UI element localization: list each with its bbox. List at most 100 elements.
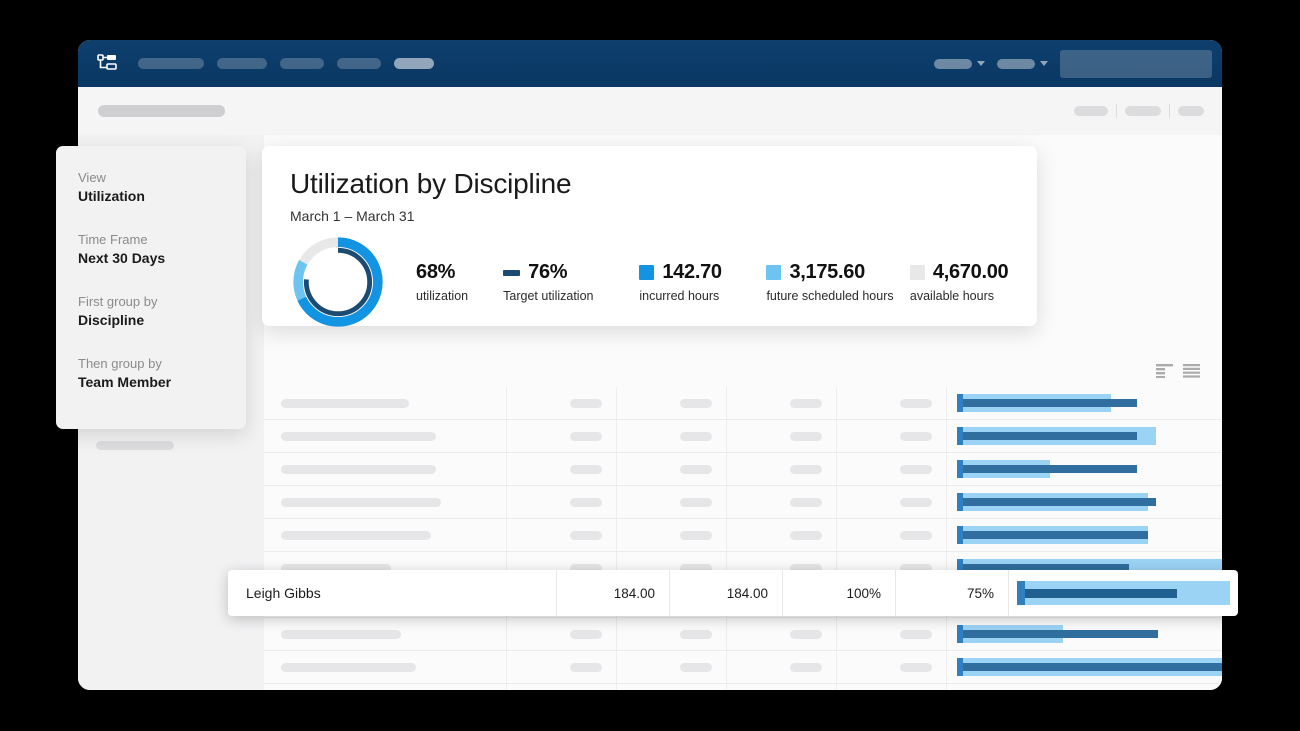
value-placeholder [790, 432, 822, 441]
filter-panel: View Utilization Time Frame Next 30 Days… [56, 146, 246, 429]
table-cell-value [616, 453, 726, 485]
row-scheduled-hours: 184.00 [669, 570, 782, 616]
stat-available-hours: 4,670.00 available hours [910, 261, 1037, 303]
dropdown-1[interactable] [934, 59, 985, 69]
table-cell-value [836, 453, 946, 485]
value-placeholder [790, 465, 822, 474]
value-placeholder [680, 432, 712, 441]
row-utilization-bar [1008, 570, 1238, 616]
toolbar-action-2[interactable] [1125, 106, 1161, 116]
dropdown-2-label [997, 59, 1035, 69]
table-cell-value [836, 519, 946, 551]
stat-utilization-label: utilization [416, 289, 503, 303]
row-member-name: Leigh Gibbs [228, 585, 556, 601]
stat-target-utilization: 76% Target utilization [503, 261, 639, 303]
value-placeholder [570, 432, 602, 441]
toolbar-action-3[interactable] [1178, 106, 1204, 116]
future-scheduled-swatch-icon [766, 265, 781, 280]
filter-value-then-group-by: Team Member [78, 374, 224, 390]
bar-start-marker [957, 658, 963, 676]
filter-label-first-group-by: First group by [78, 294, 224, 309]
table-cell-value [616, 651, 726, 683]
filter-group-then-group-by[interactable]: Then group by Team Member [78, 356, 224, 390]
table-cell-name [264, 465, 506, 474]
bar-start-marker [957, 526, 963, 544]
stat-available-value: 4,670.00 [933, 261, 1008, 284]
table-cell-value [836, 651, 946, 683]
table-cell-bar [946, 453, 1222, 485]
table-row[interactable] [264, 651, 1222, 684]
table-row[interactable] [264, 486, 1222, 519]
bar-start-marker [957, 625, 963, 643]
bar-value [963, 531, 1148, 539]
dropdown-2[interactable] [997, 59, 1048, 69]
layout-icon[interactable] [1156, 364, 1173, 378]
table-cell-bar [946, 618, 1222, 650]
table-row[interactable] [264, 420, 1222, 453]
available-swatch-icon [910, 265, 925, 280]
table-cell-value [726, 486, 836, 518]
table-cell-value [506, 420, 616, 452]
nav-item-2[interactable] [217, 58, 267, 69]
table-cell-value [506, 651, 616, 683]
sidebar-item-9[interactable] [96, 441, 174, 450]
org-chart-icon[interactable] [96, 53, 118, 75]
incurred-swatch-icon [639, 265, 654, 280]
table-cell-value [506, 519, 616, 551]
nav-item-3[interactable] [280, 58, 324, 69]
table-cell-value [836, 420, 946, 452]
text-placeholder [281, 399, 409, 408]
top-navigation-bar [78, 40, 1222, 87]
table-cell-name [264, 663, 506, 672]
toolbar-action-1[interactable] [1074, 106, 1108, 116]
filter-label-view: View [78, 170, 224, 185]
bar-value [963, 630, 1158, 638]
table-cell-value [726, 519, 836, 551]
value-placeholder [790, 630, 822, 639]
rows-icon[interactable] [1183, 364, 1200, 378]
table-cell-value [836, 684, 946, 690]
table-cell-value [726, 684, 836, 690]
search-input[interactable] [1060, 50, 1212, 78]
nav-item-4[interactable] [337, 58, 381, 69]
filter-group-time-frame[interactable]: Time Frame Next 30 Days [78, 232, 224, 266]
nav-item-1[interactable] [138, 58, 204, 69]
table-cell-value [616, 420, 726, 452]
table-row[interactable] [264, 618, 1222, 651]
filter-group-first-group-by[interactable]: First group by Discipline [78, 294, 224, 328]
highlighted-table-row[interactable]: Leigh Gibbs 184.00 184.00 100% 75% [228, 570, 1238, 616]
chevron-down-icon [1040, 61, 1048, 66]
bar-start-marker [957, 460, 963, 478]
table-row[interactable] [264, 684, 1222, 690]
bar-start-marker [957, 493, 963, 511]
filter-value-first-group-by: Discipline [78, 312, 224, 328]
table-row[interactable] [264, 453, 1222, 486]
table-cell-value [616, 486, 726, 518]
bar-start-marker [957, 394, 963, 412]
table-row[interactable] [264, 387, 1222, 420]
stat-utilization: 68% utilization [416, 261, 503, 303]
stat-target-value: 76% [528, 261, 567, 284]
value-placeholder [570, 663, 602, 672]
table-cell-bar [946, 420, 1222, 452]
table-cell-name [264, 498, 506, 507]
table-cell-bar [946, 651, 1222, 683]
row-target-pct: 75% [895, 570, 1008, 616]
value-placeholder [790, 663, 822, 672]
table-cell-value [726, 420, 836, 452]
table-cell-value [506, 684, 616, 690]
table-cell-value [616, 387, 726, 419]
summary-date-range: March 1 – March 31 [290, 208, 1037, 224]
page-toolbar [78, 87, 1222, 135]
table-cell-name [264, 630, 506, 639]
filter-group-view[interactable]: View Utilization [78, 170, 224, 204]
bar-value [963, 498, 1156, 506]
table-row[interactable] [264, 519, 1222, 552]
nav-item-5[interactable] [394, 58, 434, 69]
value-placeholder [900, 465, 932, 474]
text-placeholder [281, 663, 416, 672]
chevron-down-icon [977, 61, 985, 66]
screenshot-stage: View Utilization Time Frame Next 30 Days… [0, 0, 1300, 731]
table-cell-value [836, 486, 946, 518]
text-placeholder [281, 498, 441, 507]
